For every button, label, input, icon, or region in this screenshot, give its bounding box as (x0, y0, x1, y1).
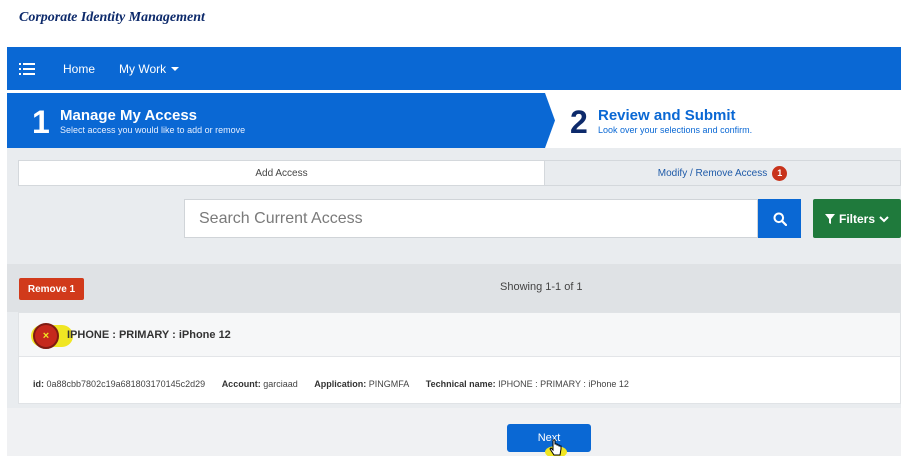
step-1-title: Manage My Access (60, 107, 198, 124)
modify-count-badge: 1 (772, 165, 788, 181)
technical-name-value: IPHONE : PRIMARY : iPhone 12 (498, 379, 629, 389)
top-navbar: Home My Work (7, 47, 901, 90)
step-2-subtitle: Look over your selections and confirm. (598, 125, 753, 135)
results-count: Showing 1-1 of 1 (500, 281, 583, 293)
nav-home-link[interactable]: Home (63, 62, 95, 76)
wizard-steps: 1 Manage My Access Select access you wou… (7, 93, 901, 148)
step-1-number: 1 (32, 104, 50, 140)
search-button[interactable] (758, 199, 801, 238)
access-item: × IPHONE : PRIMARY : iPhone 12 id: 0a88c… (18, 312, 901, 404)
results-bar: Remove 1 Showing 1-1 of 1 (7, 264, 901, 312)
chevron-down-icon (879, 215, 889, 222)
access-item-title: IPHONE : PRIMARY : iPhone 12 (67, 329, 231, 341)
account-label: Account: (221, 379, 261, 389)
account-value: garciaad (263, 379, 298, 389)
search-icon (773, 212, 787, 226)
nav-my-work-label: My Work (119, 61, 167, 76)
nav-my-work-menu[interactable]: My Work (119, 61, 180, 76)
hand-cursor-icon (545, 439, 567, 456)
access-tabs: Add Access Modify / Remove Access 1 (18, 160, 901, 186)
step-2-number: 2 (570, 104, 588, 140)
id-value: 0a88cbb7802c19a681803170145c2d29 (46, 379, 206, 389)
filter-icon (824, 213, 835, 224)
id-label: id: (33, 379, 44, 389)
search-input[interactable] (185, 200, 757, 237)
search-box (184, 199, 758, 238)
technical-name-label: Technical name: (425, 379, 496, 389)
chevron-down-icon (171, 67, 180, 72)
step-1-subtitle: Select access you would like to add or r… (60, 125, 246, 135)
footer-bar: Next (7, 408, 901, 456)
list-icon[interactable] (19, 62, 35, 75)
access-item-details: id: 0a88cbb7802c19a681803170145c2d29 Acc… (33, 379, 629, 389)
filters-label: Filters (838, 211, 875, 226)
filters-button[interactable]: Filters (813, 199, 901, 238)
access-item-header: × IPHONE : PRIMARY : iPhone 12 (19, 313, 900, 357)
application-value: PINGMFA (368, 379, 410, 389)
main-content: Add Access Modify / Remove Access 1 Filt… (7, 148, 901, 408)
tab-modify-remove-access[interactable]: Modify / Remove Access 1 (545, 161, 900, 185)
wizard-step-1: 1 Manage My Access Select access you wou… (7, 93, 561, 148)
tab-add-access[interactable]: Add Access (19, 161, 545, 185)
tab-modify-label: Modify / Remove Access (657, 167, 768, 179)
remove-button[interactable]: Remove 1 (19, 278, 84, 300)
close-icon[interactable]: × (33, 323, 59, 349)
step-2-title: Review and Submit (598, 107, 736, 124)
brand-title: Corporate Identity Management (19, 10, 205, 25)
application-label: Application: (314, 379, 367, 389)
page: Corporate Identity Management Home My Wo… (0, 0, 901, 456)
